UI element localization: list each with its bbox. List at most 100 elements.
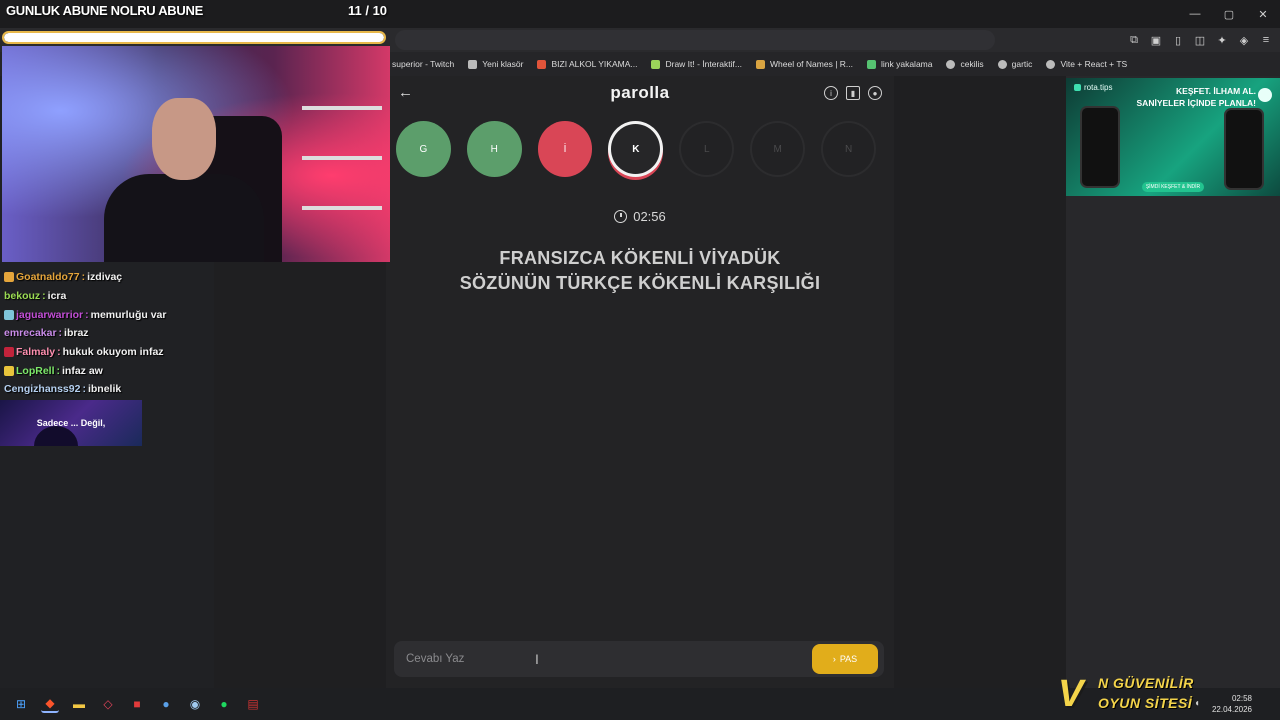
ad-brand: rota.tips	[1074, 83, 1112, 92]
sponsor-line-2: OYUN SİTESİ	[1098, 695, 1193, 711]
bookmark-label: link yakalama	[880, 59, 933, 69]
valorant-icon[interactable]: ◇	[99, 695, 117, 713]
file-explorer-icon[interactable]: ▬	[70, 695, 88, 713]
bookmark-item[interactable]: BIZI ALKOL YIKAMA...	[537, 59, 637, 69]
chat-separator: :	[56, 364, 61, 377]
clock-icon	[614, 210, 628, 223]
bookmark-item[interactable]: Yeni klasör	[468, 59, 523, 69]
promo-orb	[34, 426, 78, 446]
globe-icon	[946, 59, 956, 69]
ad-toggle-icon[interactable]	[1258, 88, 1272, 102]
site-icon	[537, 59, 547, 69]
chat-username: bekouz	[4, 290, 41, 303]
webcam-feed	[2, 46, 390, 262]
close-icon[interactable]: ✕	[1246, 0, 1280, 28]
vpn-icon[interactable]: ◈	[1236, 32, 1252, 48]
bookmark-label: Vite + React + TS	[1060, 59, 1128, 69]
chat-badge-icon	[4, 347, 14, 358]
shelf	[302, 206, 382, 210]
overlay-title: GUNLUK ABUNE NOLRU ABUNE	[6, 3, 203, 18]
obs-icon[interactable]: ▤	[244, 695, 262, 713]
toolbar-icons: ⧉ ▣ ▯ ◫ ✦ ◈ ≡	[1126, 32, 1274, 48]
chat-separator: :	[42, 290, 46, 303]
minimize-icon[interactable]: —	[1178, 0, 1212, 28]
timer-value: 02:56	[633, 209, 666, 224]
game-panel: ← parolla i ▮ ● GHİKLMN 02:56 FRANSIZCA …	[386, 76, 894, 688]
ai-icon[interactable]: ✦	[1214, 32, 1230, 48]
page-margin-right	[894, 76, 1066, 688]
bookmark-item[interactable]: cekilis	[946, 59, 984, 69]
chat-overlay: Goatnaldo77: izdivaç bekouz: icra jaguarwarr…	[0, 268, 214, 399]
chat-username: jaguarwarrior	[16, 308, 84, 321]
chat-text: ibnelik	[87, 383, 122, 396]
text-cursor-icon: I	[535, 651, 539, 667]
url-field[interactable]	[395, 30, 995, 50]
overlay-counter: 11 / 10	[348, 3, 388, 18]
game-logo: parolla	[610, 83, 670, 102]
bookmark-item[interactable]: superior - Twitch	[392, 59, 454, 69]
chat-message: emrecakar: ibraz	[0, 324, 214, 343]
extensions-icon[interactable]: ⧉	[1126, 32, 1142, 48]
pass-button[interactable]: › PAS	[812, 644, 878, 674]
ad-banner[interactable]: rota.tips KEŞFET. İLHAM AL. SANİYELER İÇ…	[1066, 78, 1280, 196]
spotify-icon[interactable]: ●	[215, 695, 233, 713]
bookmark-label: cekilis	[960, 59, 984, 69]
bookmark-item[interactable]: Wheel of Names | R...	[756, 59, 853, 69]
steam-icon[interactable]: ◉	[186, 695, 204, 713]
info-icon[interactable]: i	[824, 86, 838, 100]
streamer-head	[152, 98, 216, 180]
wallet-icon[interactable]: ◫	[1192, 32, 1208, 48]
letter-circle-pending: N	[821, 121, 876, 177]
profile-icon[interactable]: ●	[868, 86, 882, 100]
chat-message: Falmaly: hukuk okuyom infaz	[0, 343, 214, 362]
maximize-icon[interactable]: ▢	[1212, 0, 1246, 28]
stats-icon[interactable]: ▮	[846, 86, 860, 100]
chat-message: jaguarwarrior: memurluğu var	[0, 305, 214, 324]
question-line-2: SÖZÜNÜN TÜRKÇE KÖKENLİ KARŞILIĞI	[459, 273, 821, 293]
chat-username: Goatnaldo77	[16, 271, 80, 284]
window-controls: — ▢ ✕	[1178, 0, 1280, 28]
bookmark-label: Draw It! - İnteraktif...	[665, 59, 742, 69]
chat-message: LopRell: infaz aw	[0, 361, 214, 380]
chat-badge-icon	[4, 309, 14, 320]
menu-icon[interactable]: ≡	[1258, 32, 1274, 48]
bookmark-item[interactable]: gartic	[997, 59, 1033, 69]
bookmark-label: Wheel of Names | R...	[770, 59, 853, 69]
bookmark-item[interactable]: link yakalama	[866, 59, 933, 69]
brave-browser-icon[interactable]: ◆	[41, 695, 59, 713]
phone-mockup	[1080, 106, 1120, 188]
sub-goal-progress	[2, 31, 386, 44]
chat-username: Falmaly	[16, 346, 56, 359]
bookmark-label: BIZI ALKOL YIKAMA...	[551, 59, 638, 69]
chat-text: hukuk okuyom infaz	[62, 346, 164, 359]
ad-cta-button[interactable]: ŞİMDİ KEŞFET & İNDİR	[1142, 182, 1204, 192]
screenshot-icon[interactable]: ▣	[1148, 32, 1164, 48]
letter-circle-correct: H	[466, 121, 522, 177]
chat-separator: :	[58, 327, 63, 340]
shelf	[302, 106, 382, 110]
bookmark-item[interactable]: Draw It! - İnteraktif...	[651, 59, 742, 69]
chat-message: Goatnaldo77: izdivaç	[0, 268, 214, 287]
streamer-body	[104, 174, 264, 262]
chat-badge-icon	[4, 365, 14, 376]
app-icon[interactable]: ●	[157, 695, 175, 713]
letter-circle-correct: G	[396, 121, 451, 177]
bookmark-label: superior - Twitch	[392, 59, 455, 69]
letter-circle-wrong: İ	[537, 121, 593, 177]
chat-username: emrecakar	[4, 327, 57, 340]
sidebar-icon[interactable]: ▯	[1170, 32, 1186, 48]
chat-text: memurluğu var	[90, 308, 167, 321]
taskbar-apps: ⊞ ◆ ▬ ◇ ■ ● ◉ ● ▤	[12, 695, 262, 713]
chat-username: LopRell	[16, 364, 55, 377]
bookmark-item[interactable]: Vite + React + TS	[1046, 59, 1127, 69]
answer-input[interactable]	[404, 649, 794, 669]
sponsor-v: V	[1058, 673, 1084, 715]
game-launcher-icon[interactable]: ■	[128, 695, 146, 713]
bookmark-label: gartic	[1011, 59, 1033, 69]
promo-text: Sadece ... Değil,	[36, 418, 106, 428]
windows-start-icon[interactable]: ⊞	[12, 695, 30, 713]
globe-icon	[997, 59, 1007, 69]
chat-text: icra	[47, 290, 67, 303]
globe-icon	[1046, 59, 1056, 69]
shelf	[302, 156, 382, 160]
